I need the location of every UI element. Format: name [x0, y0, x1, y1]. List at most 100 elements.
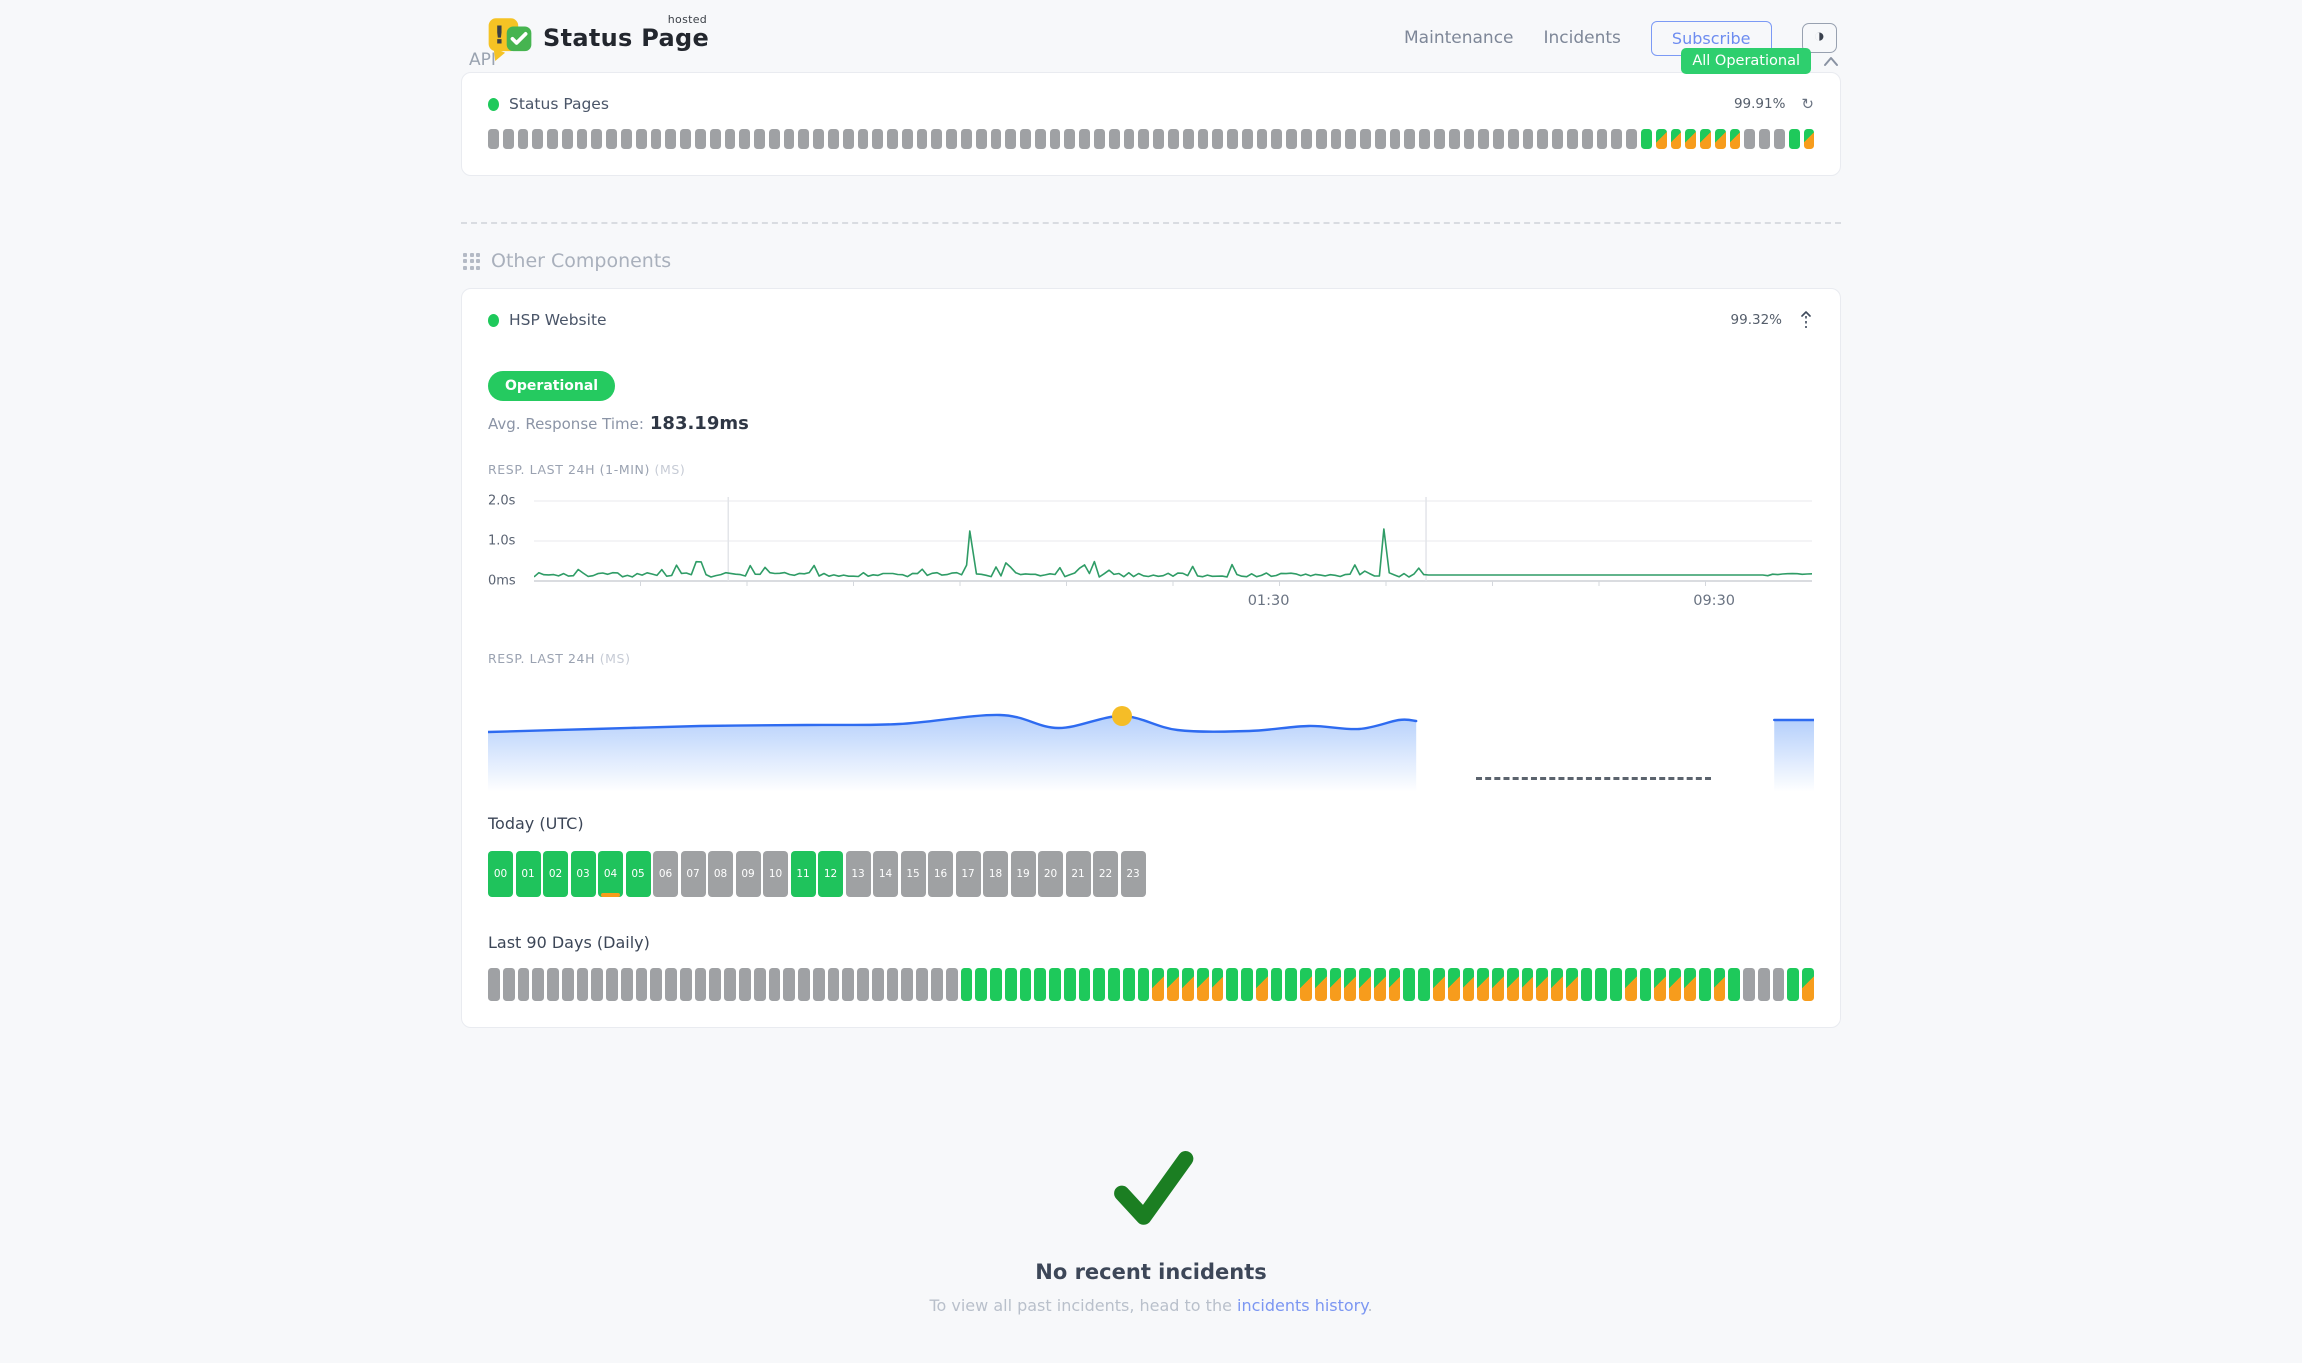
daily-uptime-bar[interactable]: [1359, 968, 1371, 1001]
daily-uptime-bar[interactable]: [1167, 968, 1179, 1001]
uptime-bar[interactable]: [1212, 129, 1223, 149]
daily-uptime-bar[interactable]: [1182, 968, 1194, 1001]
uptime-bar[interactable]: [1419, 129, 1430, 149]
daily-uptime-bar[interactable]: [1138, 968, 1150, 1001]
daily-uptime-bar[interactable]: [1654, 968, 1666, 1001]
daily-uptime-bar[interactable]: [1433, 968, 1445, 1001]
uptime-bar[interactable]: [931, 129, 942, 149]
nav-maintenance[interactable]: Maintenance: [1404, 28, 1513, 48]
collapse-chevron-icon[interactable]: [1823, 56, 1839, 67]
daily-uptime-bar[interactable]: [1507, 968, 1519, 1001]
daily-uptime-bar[interactable]: [1595, 968, 1607, 1001]
uptime-bar[interactable]: [1390, 129, 1401, 149]
uptime-bar[interactable]: [1079, 129, 1090, 149]
daily-uptime-bar[interactable]: [1536, 968, 1548, 1001]
daily-uptime-bar[interactable]: [901, 968, 913, 1001]
uptime-bar[interactable]: [991, 129, 1002, 149]
daily-uptime-bar[interactable]: [1049, 968, 1061, 1001]
daily-uptime-bar[interactable]: [1330, 968, 1342, 1001]
hour-block[interactable]: 04: [598, 851, 623, 897]
daily-uptime-bar[interactable]: [562, 968, 574, 1001]
uptime-bar[interactable]: [1005, 129, 1016, 149]
uptime-bar[interactable]: [754, 129, 765, 149]
uptime-bar[interactable]: [1138, 129, 1149, 149]
uptime-bar[interactable]: [488, 129, 499, 149]
daily-uptime-bar[interactable]: [577, 968, 589, 1001]
uptime-bar[interactable]: [946, 129, 957, 149]
daily-uptime-bar[interactable]: [1256, 968, 1268, 1001]
uptime-bar[interactable]: [828, 129, 839, 149]
daily-uptime-bar[interactable]: [1079, 968, 1091, 1001]
hour-block[interactable]: 23: [1121, 851, 1146, 897]
daily-uptime-bar[interactable]: [857, 968, 869, 1001]
hour-block[interactable]: 02: [543, 851, 568, 897]
daily-uptime-bar[interactable]: [1152, 968, 1164, 1001]
uptime-bar[interactable]: [798, 129, 809, 149]
uptime-bar[interactable]: [577, 129, 588, 149]
daily-uptime-bar[interactable]: [975, 968, 987, 1001]
daily-uptime-bar[interactable]: [591, 968, 603, 1001]
uptime-bar[interactable]: [636, 129, 647, 149]
daily-uptime-bar[interactable]: [1714, 968, 1726, 1001]
hour-block[interactable]: 15: [901, 851, 926, 897]
daily-uptime-bar[interactable]: [606, 968, 618, 1001]
hour-block[interactable]: 08: [708, 851, 733, 897]
uptime-bar[interactable]: [961, 129, 972, 149]
uptime-bar[interactable]: [1804, 129, 1815, 149]
daily-uptime-bar[interactable]: [1448, 968, 1460, 1001]
uptime-bar[interactable]: [518, 129, 529, 149]
uptime-bar[interactable]: [1168, 129, 1179, 149]
daily-uptime-bar[interactable]: [739, 968, 751, 1001]
daily-uptime-bar[interactable]: [1005, 968, 1017, 1001]
daily-uptime-bar[interactable]: [754, 968, 766, 1001]
uptime-bar[interactable]: [1552, 129, 1563, 149]
daily-uptime-bar[interactable]: [518, 968, 530, 1001]
uptime-bar[interactable]: [562, 129, 573, 149]
uptime-bar[interactable]: [503, 129, 514, 149]
daily-uptime-bar[interactable]: [798, 968, 810, 1001]
uptime-bar[interactable]: [739, 129, 750, 149]
daily-uptime-bar[interactable]: [1285, 968, 1297, 1001]
hour-block[interactable]: 11: [791, 851, 816, 897]
daily-uptime-bar[interactable]: [1226, 968, 1238, 1001]
daily-uptime-bar[interactable]: [1403, 968, 1415, 1001]
uptime-bar[interactable]: [680, 129, 691, 149]
daily-uptime-bar[interactable]: [532, 968, 544, 1001]
uptime-bar[interactable]: [1744, 129, 1755, 149]
daily-uptime-bar[interactable]: [1743, 968, 1755, 1001]
uptime-bar[interactable]: [1124, 129, 1135, 149]
daily-uptime-bar[interactable]: [665, 968, 677, 1001]
daily-uptime-bar[interactable]: [916, 968, 928, 1001]
daily-uptime-bar[interactable]: [1315, 968, 1327, 1001]
daily-uptime-bar[interactable]: [1610, 968, 1622, 1001]
uptime-bar[interactable]: [1611, 129, 1622, 149]
hour-block[interactable]: 07: [681, 851, 706, 897]
uptime-bar[interactable]: [1094, 129, 1105, 149]
daily-uptime-bar[interactable]: [1787, 968, 1799, 1001]
uptime-bar[interactable]: [1597, 129, 1608, 149]
uptime-bar[interactable]: [1700, 129, 1711, 149]
uptime-bar[interactable]: [547, 129, 558, 149]
daily-uptime-bar[interactable]: [1802, 968, 1814, 1001]
refresh-icon[interactable]: ↻: [1801, 95, 1814, 113]
daily-uptime-bar[interactable]: [1374, 968, 1386, 1001]
hour-block[interactable]: 16: [928, 851, 953, 897]
daily-uptime-bar[interactable]: [1551, 968, 1563, 1001]
uptime-bar[interactable]: [710, 129, 721, 149]
uptime-bar[interactable]: [1242, 129, 1253, 149]
uptime-bar[interactable]: [1730, 129, 1741, 149]
uptime-bar[interactable]: [651, 129, 662, 149]
daily-uptime-bar[interactable]: [680, 968, 692, 1001]
hour-block[interactable]: 13: [846, 851, 871, 897]
uptime-bar[interactable]: [1227, 129, 1238, 149]
hour-block[interactable]: 12: [818, 851, 843, 897]
uptime-bar[interactable]: [1404, 129, 1415, 149]
hour-block[interactable]: 17: [956, 851, 981, 897]
hour-block[interactable]: 20: [1038, 851, 1063, 897]
daily-uptime-bar[interactable]: [1212, 968, 1224, 1001]
uptime-bar[interactable]: [1316, 129, 1327, 149]
uptime-bar[interactable]: [1523, 129, 1534, 149]
expand-arrow-icon[interactable]: [1798, 311, 1814, 329]
uptime-bar[interactable]: [1064, 129, 1075, 149]
uptime-bar[interactable]: [1449, 129, 1460, 149]
